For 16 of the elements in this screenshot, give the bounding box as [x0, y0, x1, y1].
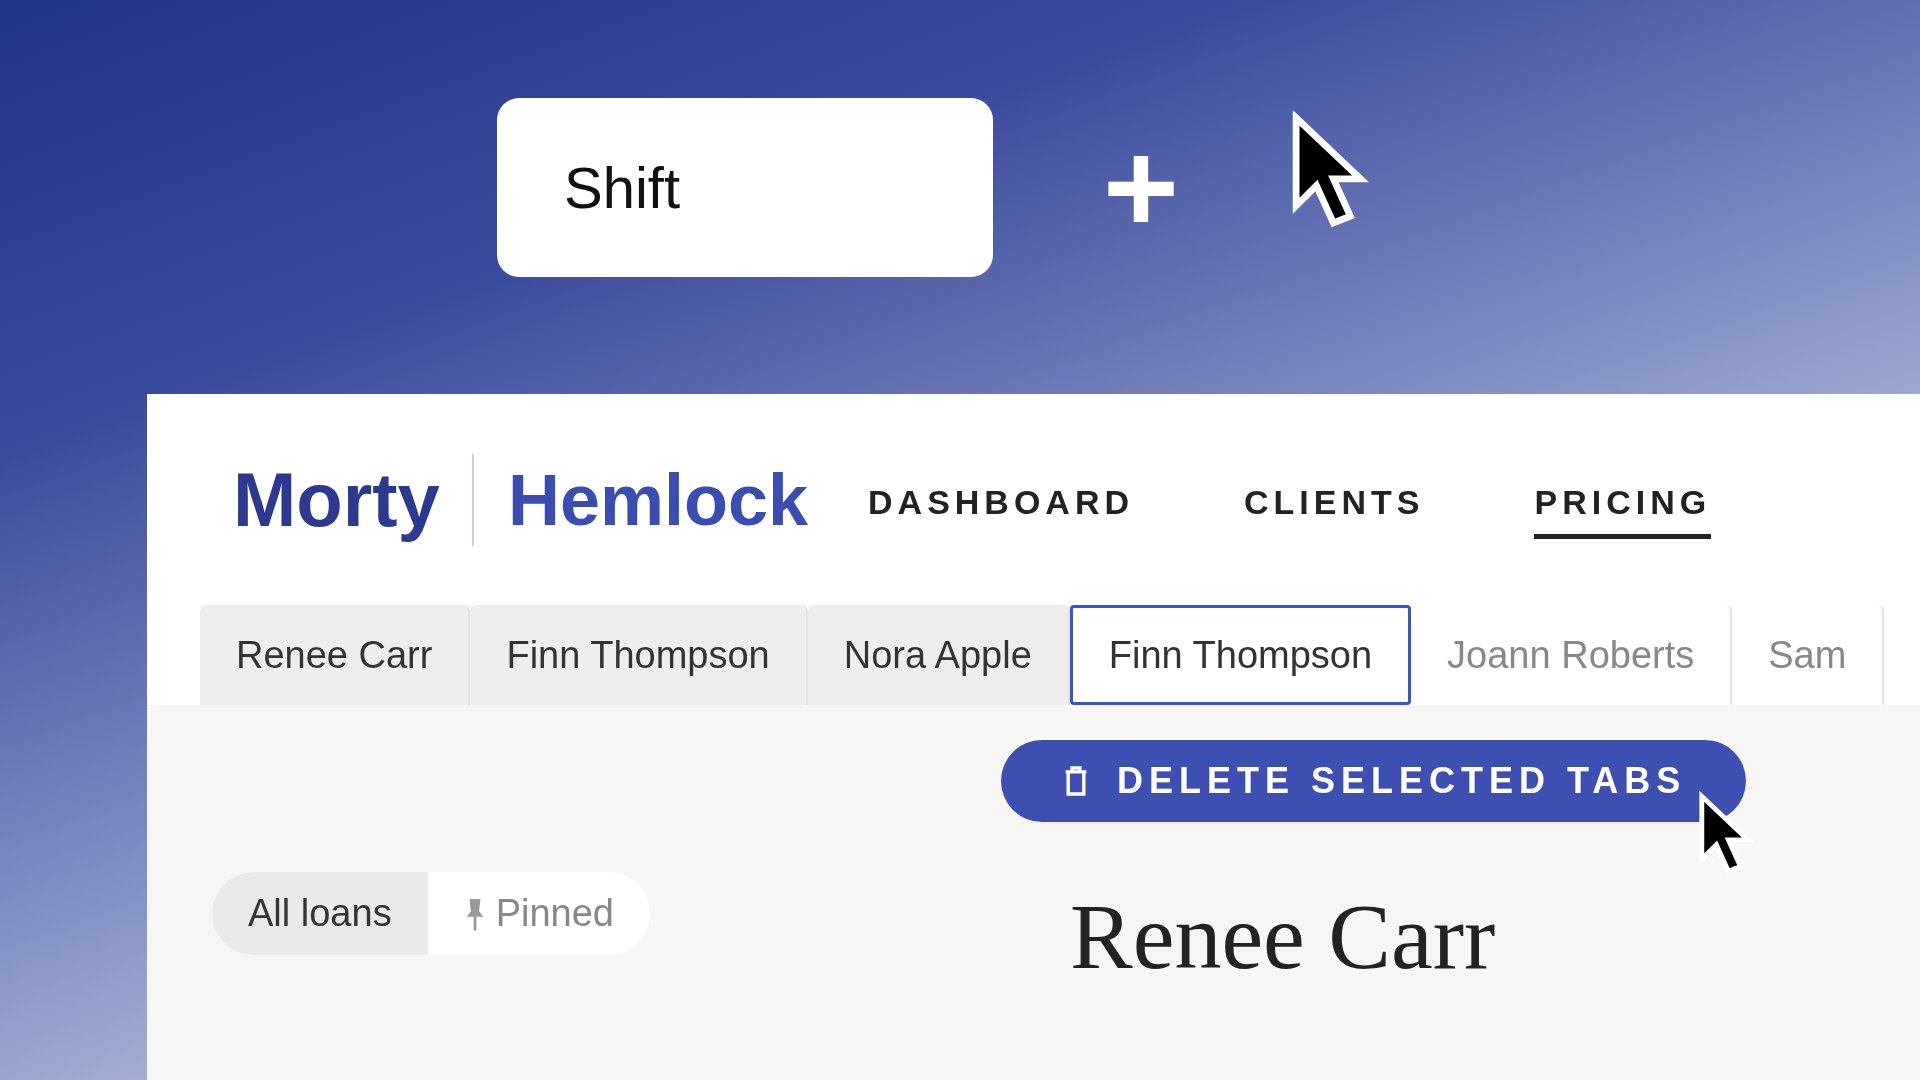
delete-selected-tabs-button[interactable]: DELETE SELECTED TABS	[1001, 740, 1747, 822]
nav-tab[interactable]: PRICING	[1534, 470, 1712, 539]
client-tab[interactable]: Renee Carr	[200, 605, 471, 705]
client-tab[interactable]: Nora Apple	[807, 605, 1070, 705]
client-tab[interactable]: Finn Thompson	[470, 605, 808, 705]
plus-sign: +	[1103, 122, 1179, 252]
nav-tab[interactable]: DASHBOARD	[868, 470, 1135, 539]
filter-toggle[interactable]: All loans	[212, 872, 428, 955]
trash-icon	[1063, 764, 1089, 798]
client-name-heading: Renee Carr	[1069, 883, 1496, 990]
partner-logo: Hemlock	[507, 458, 809, 541]
client-tab[interactable]: Finn Thompson	[1069, 605, 1412, 705]
shift-key: Shift	[497, 97, 993, 277]
logo: Morty	[233, 456, 440, 543]
nav-tab[interactable]: CLIENTS	[1244, 470, 1425, 539]
filter-toggle[interactable]: Pinned	[427, 872, 650, 955]
